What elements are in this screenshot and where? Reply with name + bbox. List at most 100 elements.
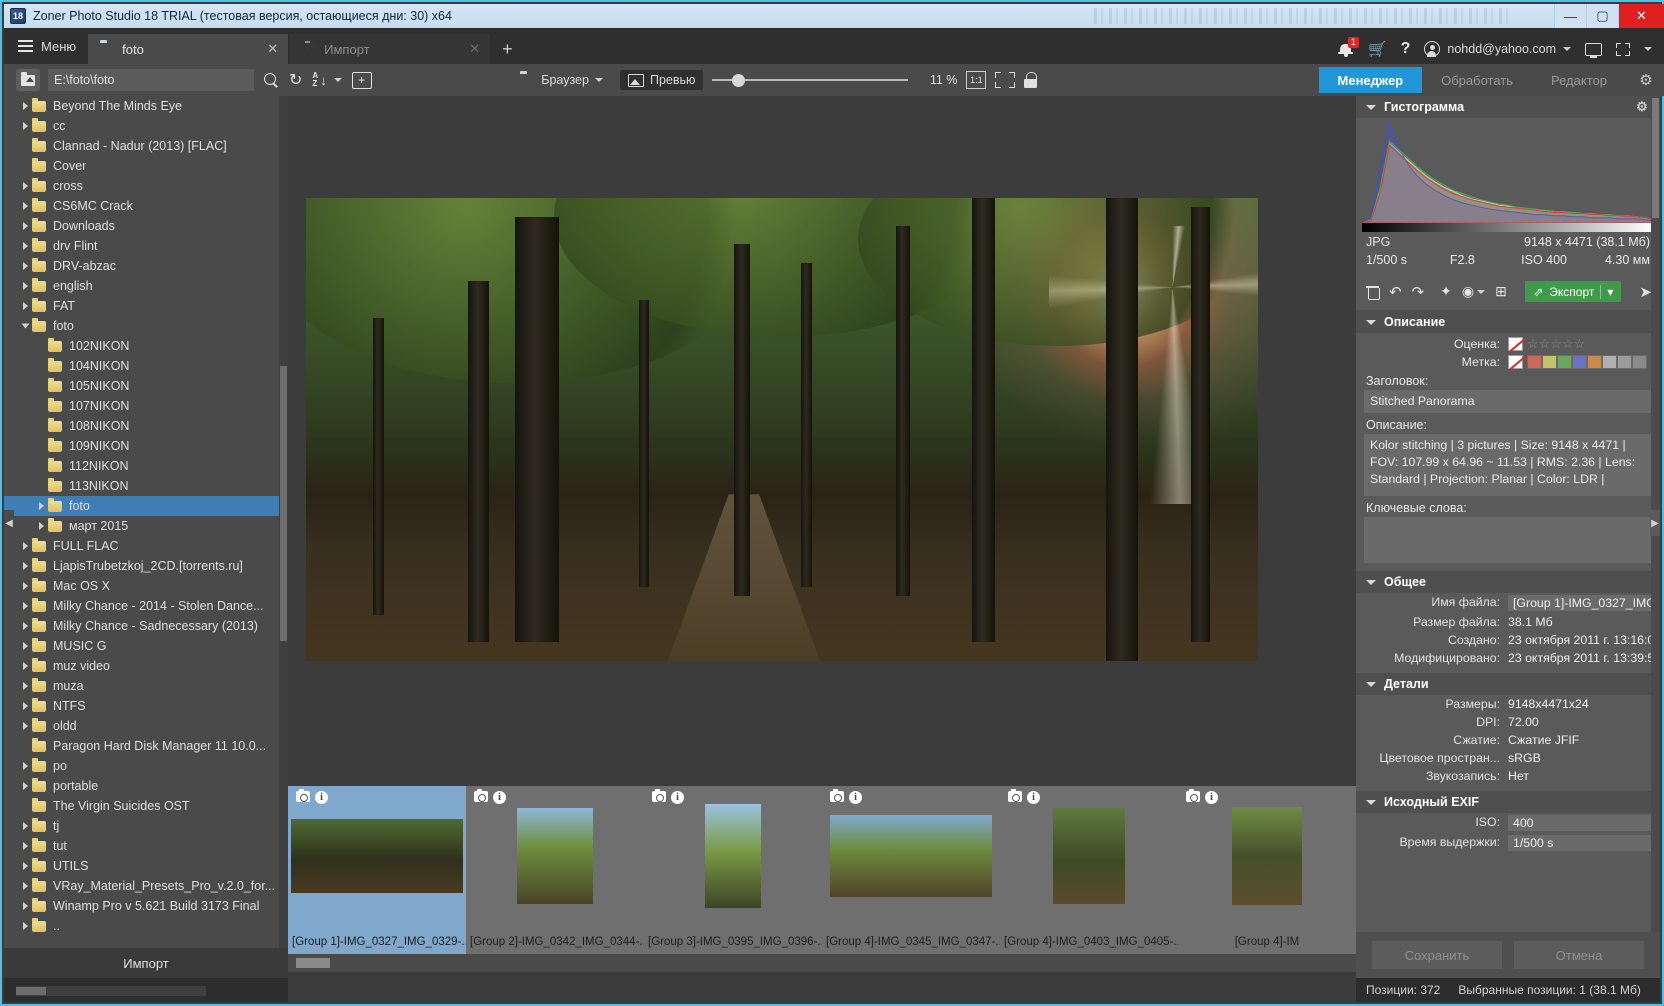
folder-tree-item[interactable]: CS6MC Crack bbox=[4, 196, 288, 216]
tab-foto[interactable]: foto ✕ bbox=[88, 34, 288, 64]
histogram-section-header[interactable]: Гистограмма ⚙ bbox=[1356, 96, 1660, 118]
histogram-settings-gear-icon[interactable]: ⚙ bbox=[1634, 99, 1650, 115]
folder-tree-item[interactable]: Downloads bbox=[4, 216, 288, 236]
mode-develop[interactable]: Обработать bbox=[1422, 67, 1532, 93]
rotate-right-icon[interactable]: ↷ bbox=[1412, 282, 1425, 302]
mode-editor[interactable]: Редактор bbox=[1532, 67, 1626, 93]
delete-icon[interactable] bbox=[1366, 282, 1379, 302]
chevron-right-icon[interactable] bbox=[18, 102, 32, 110]
chevron-down-icon[interactable] bbox=[18, 322, 32, 330]
info-icon[interactable]: i bbox=[671, 791, 684, 804]
minimize-button[interactable]: — bbox=[1554, 4, 1586, 28]
chevron-right-icon[interactable] bbox=[18, 862, 32, 870]
tab-import-close-icon[interactable]: ✕ bbox=[445, 41, 480, 57]
chevron-right-icon[interactable] bbox=[18, 222, 32, 230]
screen-mode-icon[interactable] bbox=[1585, 43, 1602, 56]
chevron-right-icon[interactable] bbox=[18, 842, 32, 850]
zoom-fit-button[interactable] bbox=[995, 71, 1015, 89]
chevron-right-icon[interactable] bbox=[18, 722, 32, 730]
menu-button[interactable]: Меню bbox=[4, 28, 88, 64]
color-label-swatches[interactable] bbox=[1527, 355, 1647, 369]
chevron-right-icon[interactable] bbox=[18, 882, 32, 890]
folder-tree-item[interactable]: NTFS bbox=[4, 696, 288, 716]
filmstrip-scrollbar[interactable] bbox=[288, 954, 1356, 972]
chevron-right-icon[interactable] bbox=[18, 782, 32, 790]
preview-mode-button[interactable]: Превью bbox=[620, 70, 703, 90]
notifications-bell-icon[interactable]: 1 bbox=[1338, 41, 1354, 58]
zoom-actual-size-button[interactable]: 1:1 bbox=[966, 71, 986, 89]
sidebar-scrollbar-thumb[interactable] bbox=[280, 366, 287, 641]
chevron-right-icon[interactable] bbox=[18, 302, 32, 310]
chevron-right-icon[interactable] bbox=[18, 902, 32, 910]
save-button[interactable]: Сохранить bbox=[1372, 941, 1502, 969]
info-icon[interactable]: i bbox=[849, 791, 862, 804]
effects-icon[interactable]: ◉ bbox=[1462, 282, 1485, 302]
keywords-field[interactable] bbox=[1364, 517, 1652, 563]
tab-import[interactable]: Импорт ✕ bbox=[290, 34, 490, 64]
thumbnail-image[interactable] bbox=[517, 808, 593, 904]
chevron-right-icon[interactable] bbox=[18, 642, 32, 650]
folder-tree-item[interactable]: 102NIKON bbox=[4, 336, 288, 356]
folder-tree-item[interactable]: MUSIC G bbox=[4, 636, 288, 656]
parent-folder-button[interactable] bbox=[16, 69, 40, 91]
folder-tree-item[interactable]: cross bbox=[4, 176, 288, 196]
chevron-right-icon[interactable] bbox=[18, 602, 32, 610]
folder-tree-item[interactable]: FULL FLAC bbox=[4, 536, 288, 556]
chevron-right-icon[interactable] bbox=[18, 282, 32, 290]
tab-foto-close-icon[interactable]: ✕ bbox=[243, 41, 278, 57]
folder-tree-item[interactable]: Milky Chance - Sadnecessary (2013) bbox=[4, 616, 288, 636]
chevron-right-icon[interactable] bbox=[18, 682, 32, 690]
filmstrip-scrollbar-thumb[interactable] bbox=[296, 958, 330, 968]
filmstrip-item[interactable]: i[Group 1]-IMG_0327_IMG_0329-... bbox=[288, 786, 466, 954]
chevron-right-icon[interactable] bbox=[18, 762, 32, 770]
details-section-header[interactable]: Детали bbox=[1356, 673, 1660, 695]
chevron-right-icon[interactable] bbox=[18, 242, 32, 250]
maximize-button[interactable]: ▢ bbox=[1586, 4, 1618, 28]
chevron-right-icon[interactable] bbox=[18, 922, 32, 930]
chevron-right-icon[interactable] bbox=[18, 542, 32, 550]
chevron-right-icon[interactable] bbox=[18, 702, 32, 710]
search-icon[interactable] bbox=[264, 73, 279, 88]
filmstrip-item[interactable]: i[Group 4]-IMG_0403_IMG_0405-... bbox=[1000, 786, 1178, 954]
preview-image[interactable] bbox=[306, 198, 1258, 661]
export-button[interactable]: ⇗ Экспорт ▾ bbox=[1525, 281, 1621, 302]
thumbnail-image[interactable] bbox=[830, 815, 992, 897]
chevron-right-icon[interactable] bbox=[18, 262, 32, 270]
quick-fix-icon[interactable]: ✦ bbox=[1440, 282, 1452, 302]
folder-tree-item[interactable]: .. bbox=[4, 916, 288, 936]
rating-stars[interactable]: ☆☆☆☆☆ bbox=[1527, 336, 1585, 352]
info-row-value[interactable]: [Group 1]-IMG_0327_IMG_032 bbox=[1508, 595, 1652, 611]
preview-area[interactable] bbox=[288, 96, 1356, 762]
folder-tree-item[interactable]: oldd bbox=[4, 716, 288, 736]
folder-tree-item[interactable]: Milky Chance - 2014 - Stolen Dance... bbox=[4, 596, 288, 616]
folder-tree-item[interactable]: Clannad - Nadur (2013) [FLAC] bbox=[4, 136, 288, 156]
folder-tree-item[interactable]: Winamp Pro v 5.621 Build 3173 Final bbox=[4, 896, 288, 916]
info-row-value[interactable]: 1/500 s bbox=[1508, 835, 1652, 851]
chevron-right-icon[interactable] bbox=[18, 582, 32, 590]
exif-section-header[interactable]: Исходный EXIF bbox=[1356, 791, 1660, 813]
cancel-button[interactable]: Отмена bbox=[1514, 941, 1644, 969]
zoom-slider[interactable] bbox=[712, 72, 908, 88]
folder-tree-item[interactable]: english bbox=[4, 276, 288, 296]
folder-tree-item[interactable]: Cover bbox=[4, 156, 288, 176]
mode-manager[interactable]: Менеджер bbox=[1319, 67, 1423, 93]
fullscreen-icon[interactable] bbox=[1616, 43, 1630, 56]
folder-tree-item[interactable]: 107NIKON bbox=[4, 396, 288, 416]
filmstrip-items[interactable]: i[Group 1]-IMG_0327_IMG_0329-...i[Group … bbox=[288, 786, 1356, 954]
folder-tree-item[interactable]: 113NIKON bbox=[4, 476, 288, 496]
filmstrip-item[interactable]: i[Group 2]-IMG_0342_IMG_0344-... bbox=[466, 786, 644, 954]
filmstrip-item[interactable]: i[Group 4]-IMG_0345_IMG_0347-... bbox=[822, 786, 1000, 954]
info-row-value[interactable]: 400 bbox=[1508, 815, 1652, 831]
close-button[interactable]: ✕ bbox=[1618, 4, 1664, 28]
folder-tree-item[interactable]: The Virgin Suicides OST bbox=[4, 796, 288, 816]
new-tab-button[interactable]: + bbox=[492, 39, 525, 64]
folder-tree-item[interactable]: tut bbox=[4, 836, 288, 856]
help-icon[interactable]: ? bbox=[1401, 40, 1411, 58]
sidebar-hscrollbar[interactable] bbox=[16, 986, 206, 996]
folder-tree-item[interactable]: 104NIKON bbox=[4, 356, 288, 376]
folder-tree-item[interactable]: UTILS bbox=[4, 856, 288, 876]
sort-button[interactable]: AZ↓ bbox=[312, 72, 341, 88]
info-icon[interactable]: i bbox=[1205, 791, 1218, 804]
gear-icon[interactable]: ⚙ bbox=[1638, 72, 1654, 88]
chevron-right-icon[interactable] bbox=[18, 622, 32, 630]
